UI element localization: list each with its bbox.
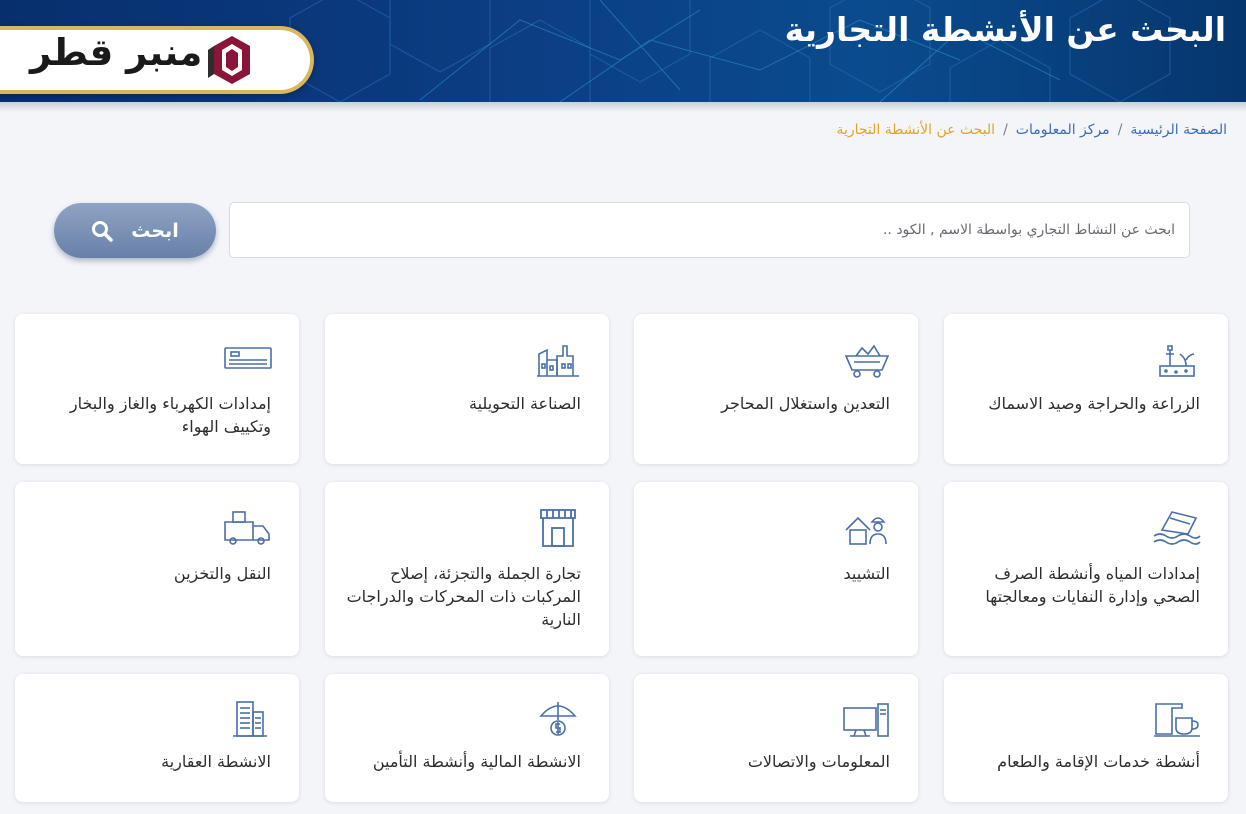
header-shadow (0, 102, 1246, 112)
water-waste-icon (1153, 511, 1201, 545)
category-label: التشييد (843, 564, 890, 583)
logo-text: منبر قطر (30, 31, 203, 74)
breadcrumb-current: البحث عن الأنشطة التجارية (836, 122, 996, 138)
category-card-transport[interactable]: النقل والتخزين (15, 482, 299, 656)
category-card-construction[interactable]: التشييد (634, 482, 918, 656)
coffee-cup-icon (1154, 703, 1200, 737)
category-card-mining[interactable]: التعدين واستغلال المحاجر (634, 314, 918, 464)
umbrella-money-icon (539, 702, 577, 736)
category-card-electricity[interactable]: إمدادات الكهرباء والغاز والبخار وتكييف ا… (15, 314, 299, 464)
buildings-icon (233, 701, 267, 737)
breadcrumb-separator: / (1003, 122, 1008, 138)
search-button-label: ابحث (131, 219, 179, 242)
breadcrumb-separator: / (1117, 122, 1123, 138)
agriculture-icon (1159, 345, 1195, 377)
category-card-ict[interactable]: المعلومات والاتصالات (634, 674, 918, 802)
category-card-water-waste[interactable]: إمدادات المياه وأنشطة الصرف الصحي وإدارة… (944, 482, 1228, 656)
search-icon (92, 220, 114, 242)
breadcrumb-home-link[interactable]: الصفحة الرئيسية (1130, 122, 1227, 138)
category-label: التعدين واستغلال المحاجر (721, 394, 890, 413)
truck-icon (224, 511, 270, 545)
category-card-real-estate[interactable]: الانشطة العقارية (15, 674, 299, 802)
mining-cart-icon (844, 344, 890, 378)
search-input[interactable] (229, 202, 1190, 258)
construction-worker-icon (845, 516, 887, 545)
category-label: إمدادات المياه وأنشطة الصرف الصحي وإدارة… (985, 564, 1200, 606)
category-card-manufacturing[interactable]: الصناعة التحويلية (325, 314, 609, 464)
category-card-finance[interactable]: الانشطة المالية وأنشطة التأمين (325, 674, 609, 802)
search-button[interactable]: ابحث (54, 203, 216, 258)
breadcrumb: الصفحة الرئيسية / مركز المعلومات / البحث… (836, 122, 1227, 138)
category-label: المعلومات والاتصالات (747, 752, 890, 771)
factory-icon (537, 345, 579, 377)
category-label: أنشطة خدمات الإقامة والطعام (997, 752, 1200, 771)
air-conditioner-icon (224, 347, 272, 369)
category-label: الصناعة التحويلية (468, 394, 581, 413)
category-label: الزراعة والحراجة وصيد الاسماك (988, 394, 1200, 413)
category-label: إمدادات الكهرباء والغاز والبخار وتكييف ا… (69, 394, 271, 436)
category-card-agriculture[interactable]: الزراعة والحراجة وصيد الاسماك (944, 314, 1228, 464)
category-label: الانشطة المالية وأنشطة التأمين (372, 752, 581, 771)
category-card-accommodation[interactable]: أنشطة خدمات الإقامة والطعام (944, 674, 1228, 802)
page-title: البحث عن الأنشطة التجارية (784, 10, 1226, 49)
store-icon (540, 509, 576, 547)
category-label: الانشطة العقارية (161, 752, 271, 771)
category-card-trade[interactable]: تجارة الجملة والتجزئة، إصلاح المركبات ذا… (325, 482, 609, 656)
category-label: النقل والتخزين (173, 564, 271, 583)
category-label: تجارة الجملة والتجزئة، إصلاح المركبات ذا… (346, 564, 581, 629)
qatar-logo-icon (208, 36, 250, 84)
breadcrumb-info-center-link[interactable]: مركز المعلومات (1016, 122, 1110, 138)
computer-icon (843, 703, 889, 737)
